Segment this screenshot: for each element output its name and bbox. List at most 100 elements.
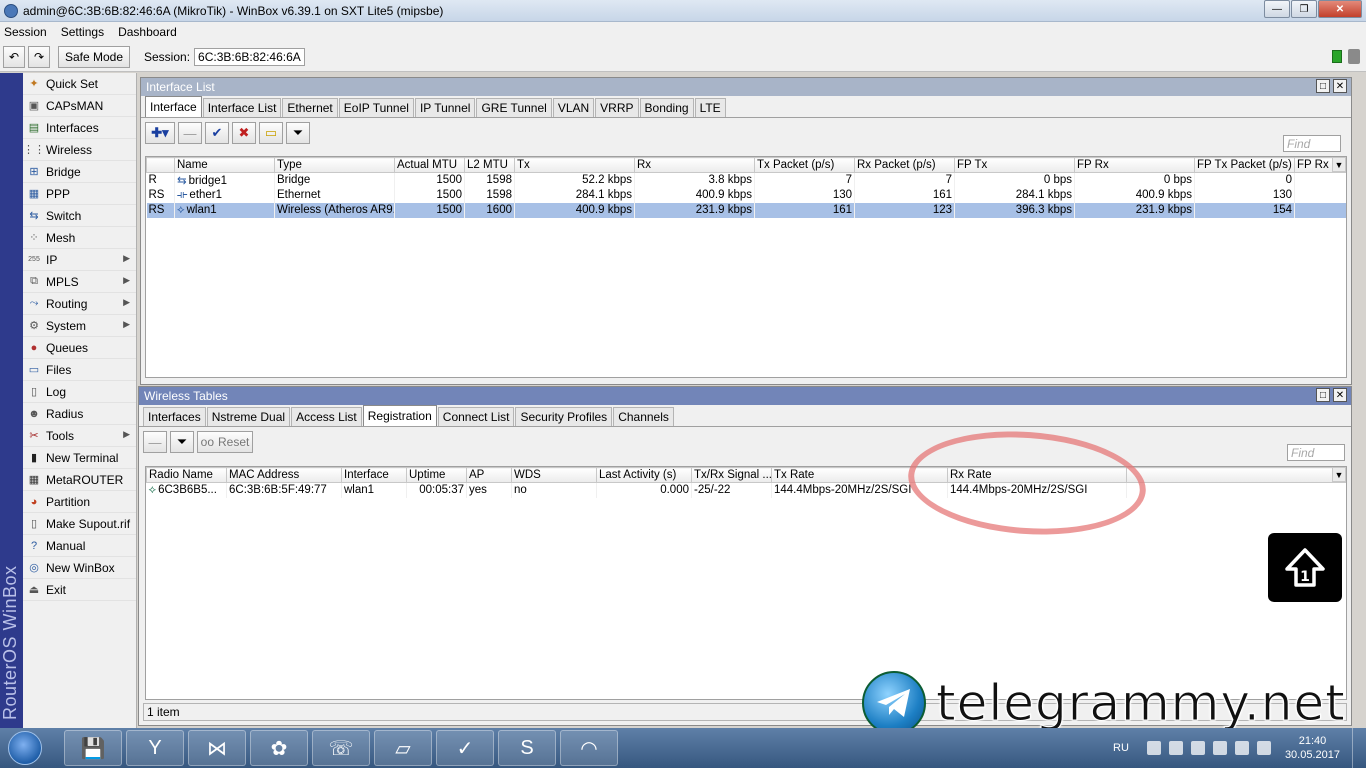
menu-dashboard[interactable]: Dashboard (118, 25, 177, 39)
menu-session[interactable]: Session (4, 25, 47, 39)
sidebar-item-switch[interactable]: ⇆ Switch (23, 205, 136, 227)
column-header[interactable]: Type (274, 157, 395, 173)
table-row[interactable]: RS ⟛ ether1 Ethernet 1500 1598 284.1 kbps 400.9… (146, 187, 1346, 203)
tray-flag-icon[interactable] (1168, 741, 1183, 755)
column-chooser-button[interactable]: ▼ (1332, 157, 1346, 172)
sidebar-item-capsman[interactable]: ▣ CAPsMAN (23, 95, 136, 117)
sidebar-item-ppp[interactable]: ▦ PPP (23, 183, 136, 205)
taskbar-icq[interactable]: ✿ (250, 730, 308, 766)
sidebar-item-files[interactable]: ▭ Files (23, 359, 136, 381)
tab-vlan[interactable]: VLAN (552, 98, 595, 117)
close-panel-button[interactable]: ✕ (1333, 388, 1347, 402)
table-row[interactable]: ⟡ 6C3B6B5... 6C:3B:6B:5F:49:77 wlan1 00:05:3… (146, 482, 1346, 498)
taskbar-winbox[interactable]: ◠ (560, 730, 618, 766)
maximize-panel-button[interactable]: □ (1316, 388, 1330, 402)
column-header[interactable]: FP Rx (1074, 157, 1195, 173)
close-button[interactable]: ✕ (1318, 0, 1362, 18)
column-header[interactable]: Interface (341, 467, 407, 483)
remove-button[interactable]: — (143, 431, 167, 453)
column-header[interactable]: Uptime (406, 467, 467, 483)
taskbar-yandex-browser[interactable]: Y (126, 730, 184, 766)
taskbar-viber[interactable]: ☏ (312, 730, 370, 766)
sidebar-item-tools[interactable]: ✂ Tools ▶ (23, 425, 136, 447)
column-header[interactable]: Actual MTU (394, 157, 465, 173)
column-chooser-button[interactable]: ▼ (1332, 467, 1346, 482)
tab-ip-tunnel[interactable]: IP Tunnel (414, 98, 476, 117)
redo-button[interactable]: ↷ (28, 45, 50, 68)
reset-button[interactable]: oo Reset (197, 431, 253, 453)
tab-connect-list[interactable]: Connect List (437, 407, 515, 426)
minimize-button[interactable]: — (1264, 0, 1290, 18)
taskbar-save-app[interactable]: 💾 (64, 730, 122, 766)
clock[interactable]: 21:40 30.05.2017 (1285, 734, 1340, 762)
wireless-tables-titlebar[interactable]: Wireless Tables □ ✕ (139, 387, 1351, 405)
tab-gre-tunnel[interactable]: GRE Tunnel (476, 98, 552, 117)
volume-icon[interactable] (1234, 741, 1249, 755)
enable-button[interactable]: ✔ (205, 122, 229, 144)
add-button[interactable]: ✚▾ (145, 122, 175, 144)
tab-access-list[interactable]: Access List (291, 407, 362, 426)
tab-lte[interactable]: LTE (694, 98, 726, 117)
tab-interfaces[interactable]: Interfaces (143, 407, 206, 426)
table-row[interactable]: RS ⟡ wlan1 Wireless (Atheros AR9... 1500 1600… (146, 202, 1346, 218)
sidebar-item-bridge[interactable]: ⊞ Bridge (23, 161, 136, 183)
tab-bonding[interactable]: Bonding (639, 98, 694, 117)
column-header[interactable]: WDS (511, 467, 597, 483)
tab-security-profiles[interactable]: Security Profiles (515, 407, 613, 426)
column-header[interactable]: Rx Packet (p/s) (854, 157, 955, 173)
sidebar-item-queues[interactable]: ● Queues (23, 337, 136, 359)
sidebar-item-mesh[interactable]: ⁘ Mesh (23, 227, 136, 249)
sidebar-item-new-terminal[interactable]: ▮ New Terminal (23, 447, 136, 469)
column-header[interactable]: Rx (634, 157, 755, 173)
sidebar-item-exit[interactable]: ⏏ Exit (23, 579, 136, 601)
sidebar-item-ip[interactable]: 255 IP ▶ (23, 249, 136, 271)
maximize-panel-button[interactable]: □ (1316, 79, 1330, 93)
comment-button[interactable]: ▭ (259, 122, 283, 144)
network-icon[interactable] (1212, 741, 1227, 755)
tab-nstreme-dual[interactable]: Nstreme Dual (206, 407, 291, 426)
column-header[interactable]: L2 MTU (464, 157, 515, 173)
taskbar-skype[interactable]: S (498, 730, 556, 766)
undo-button[interactable]: ↶ (3, 45, 25, 68)
table-row[interactable]: R ⇆ bridge1 Bridge 1500 1598 52.2 kbps 3.8 kbps… (146, 172, 1346, 188)
maximize-button[interactable]: ❐ (1291, 0, 1317, 18)
column-header[interactable]: Radio Name (146, 467, 227, 483)
taskbar-check-app[interactable]: ✓ (436, 730, 494, 766)
column-header[interactable]: Name (174, 157, 275, 173)
sidebar-item-wireless[interactable]: ⋮⋮ Wireless (23, 139, 136, 161)
sidebar-item-make-supout-rif[interactable]: ▯ Make Supout.rif (23, 513, 136, 535)
start-button[interactable] (0, 728, 50, 768)
tab-vrrp[interactable]: VRRP (595, 98, 639, 117)
session-field[interactable]: 6C:3B:6B:82:46:6A (194, 47, 305, 66)
column-header[interactable]: Last Activity (s) (596, 467, 692, 483)
sidebar-item-interfaces[interactable]: ▤ Interfaces (23, 117, 136, 139)
column-header[interactable]: FP Tx (954, 157, 1075, 173)
tray-device-icon[interactable] (1190, 741, 1205, 755)
disable-button[interactable]: ✖ (232, 122, 256, 144)
tray-app-icon[interactable] (1146, 741, 1161, 755)
column-header[interactable] (146, 157, 175, 173)
close-panel-button[interactable]: ✕ (1333, 79, 1347, 93)
column-header[interactable]: Tx Packet (p/s) (754, 157, 855, 173)
tab-interface[interactable]: Interface (145, 96, 202, 117)
sidebar-item-quick-set[interactable]: ✦ Quick Set (23, 73, 136, 95)
filter-button[interactable]: ⏷ (286, 122, 310, 144)
sidebar-item-radius[interactable]: ☻ Radius (23, 403, 136, 425)
sidebar-item-mpls[interactable]: ⧉ MPLS ▶ (23, 271, 136, 293)
taskbar-notes[interactable]: ▱ (374, 730, 432, 766)
tab-registration[interactable]: Registration (362, 405, 437, 426)
column-header[interactable]: MAC Address (226, 467, 342, 483)
show-desktop-button[interactable] (1352, 728, 1366, 768)
sidebar-item-log[interactable]: ▯ Log (23, 381, 136, 403)
tab-interface-list[interactable]: Interface List (202, 98, 282, 117)
remove-button[interactable]: — (178, 122, 202, 144)
sidebar-item-partition[interactable]: ◕ Partition (23, 491, 136, 513)
menu-settings[interactable]: Settings (61, 25, 104, 39)
sidebar-item-system[interactable]: ⚙ System ▶ (23, 315, 136, 337)
tab-ethernet[interactable]: Ethernet (282, 98, 338, 117)
sidebar-item-manual[interactable]: ? Manual (23, 535, 136, 557)
column-header[interactable]: Tx (514, 157, 635, 173)
column-header[interactable]: Tx Rate (771, 467, 948, 483)
taskbar-visual-studio[interactable]: ⋈ (188, 730, 246, 766)
tab-channels[interactable]: Channels (613, 407, 674, 426)
